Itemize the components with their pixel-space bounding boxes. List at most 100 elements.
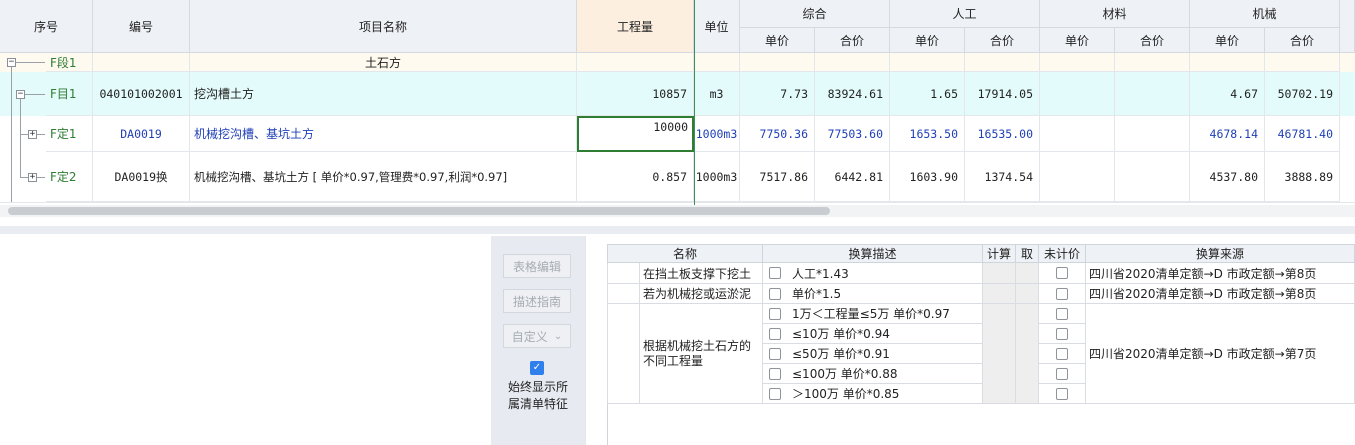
conv-row-source[interactable]: 四川省2020清单定额→D 市政定额→第8页 [1086, 284, 1355, 304]
row-cell[interactable] [1115, 116, 1190, 152]
conv-row-source[interactable]: 四川省2020清单定额→D 市政定额→第8页 [1086, 263, 1355, 284]
row-cell[interactable] [1040, 152, 1115, 202]
row-cell[interactable] [1115, 53, 1190, 72]
expand-toggle-icon[interactable]: + [28, 130, 37, 139]
row-cell[interactable]: 1374.54 [965, 152, 1040, 202]
conv-option-desc[interactable]: ≤50万 单价*0.91 [763, 344, 983, 364]
row-code[interactable]: 040101002001 [93, 72, 190, 116]
row-seq[interactable]: F段1 [46, 53, 93, 72]
conv-desc-checkbox[interactable] [769, 368, 781, 380]
conv-desc-checkbox[interactable] [769, 308, 781, 320]
row-quantity[interactable] [577, 53, 694, 72]
row-quantity[interactable]: 0.857 [577, 152, 694, 202]
conv-group-name[interactable]: 根据机械挖土石方的 不同工程量 [640, 304, 763, 404]
row-unit[interactable]: m3 [694, 72, 740, 116]
row-code[interactable] [93, 53, 190, 72]
row-cell[interactable] [1115, 72, 1190, 116]
row-name[interactable]: 挖沟槽土方 [190, 72, 577, 116]
conv-row-indicator[interactable] [607, 284, 640, 304]
conv-header-desc[interactable]: 换算描述 [763, 244, 983, 263]
conv-row-name[interactable]: 在挡土板支撑下挖土 [640, 263, 763, 284]
conv-unpriced-checkbox[interactable] [1056, 267, 1068, 279]
row-cell[interactable] [890, 53, 965, 72]
row-cell[interactable] [1040, 116, 1115, 152]
scrollbar-thumb[interactable] [8, 207, 830, 215]
conv-desc-checkbox[interactable] [769, 328, 781, 340]
row-code[interactable]: DA0019换 [93, 152, 190, 202]
conv-unpriced-checkbox[interactable] [1056, 348, 1068, 360]
conv-row-indicator[interactable] [607, 263, 640, 284]
row-unit[interactable] [694, 53, 740, 72]
conv-option-desc[interactable]: ≤100万 单价*0.88 [763, 364, 983, 384]
conv-option-desc[interactable]: 1万＜工程量≤5万 单价*0.97 [763, 304, 983, 324]
expand-toggle-icon[interactable]: + [28, 173, 37, 182]
row-cell[interactable]: 6442.81 [815, 152, 890, 202]
conv-unpriced-checkbox[interactable] [1056, 368, 1068, 380]
conv-desc-checkbox[interactable] [769, 288, 781, 300]
conv-unpriced-checkbox[interactable] [1056, 288, 1068, 300]
row-cell[interactable]: 4.67 [1190, 72, 1265, 116]
header-quantity[interactable]: 工程量 [577, 0, 694, 53]
header-material-total-price[interactable]: 合价 [1115, 28, 1190, 53]
conv-header-calc[interactable]: 计算 [983, 244, 1016, 263]
row-cell[interactable]: 4537.80 [1190, 152, 1265, 202]
row-cell[interactable]: 1653.50 [890, 116, 965, 152]
collapse-toggle-icon[interactable]: − [7, 58, 16, 67]
row-cell[interactable]: 50702.19 [1265, 72, 1340, 116]
row-code[interactable]: DA0019 [93, 116, 190, 152]
collapse-toggle-icon[interactable]: − [16, 90, 25, 99]
conv-header-name[interactable]: 名称 [607, 244, 763, 263]
conv-option-desc[interactable]: ≤10万 单价*0.94 [763, 324, 983, 344]
row-cell[interactable]: 17914.05 [965, 72, 1040, 116]
header-seq[interactable]: 序号 [0, 0, 93, 53]
header-unit[interactable]: 单位 [694, 0, 740, 53]
custom-dropdown[interactable]: 自定义 ⌄ [503, 324, 571, 348]
conv-header-source[interactable]: 换算来源 [1086, 244, 1355, 263]
row-cell[interactable]: 77503.60 [815, 116, 890, 152]
conv-row-name[interactable]: 若为机械挖或运淤泥 [640, 284, 763, 304]
conv-desc-checkbox[interactable] [769, 267, 781, 279]
conv-unpriced-checkbox[interactable] [1056, 308, 1068, 320]
conv-row-desc[interactable]: 单价*1.5 [763, 284, 983, 304]
conv-group-source[interactable]: 四川省2020清单定额→D 市政定额→第7页 [1086, 304, 1355, 404]
row-cell[interactable] [1040, 72, 1115, 116]
row-cell[interactable]: 46781.40 [1265, 116, 1340, 152]
header-machine-unit-price[interactable]: 单价 [1190, 28, 1265, 53]
row-cell[interactable] [1040, 53, 1115, 72]
row-cell[interactable]: 16535.00 [965, 116, 1040, 152]
row-unit[interactable]: 1000m3 [694, 116, 740, 152]
row-name[interactable]: 机械挖沟槽、基坑土方 [190, 116, 577, 152]
header-machine-total-price[interactable]: 合价 [1265, 28, 1340, 53]
always-show-checkbox[interactable]: ✓ [530, 361, 544, 375]
row-seq[interactable]: F定2 [46, 152, 93, 202]
conv-option-desc[interactable]: ＞100万 单价*0.85 [763, 384, 983, 404]
row-cell[interactable] [1190, 53, 1265, 72]
row-cell[interactable]: 3888.89 [1265, 152, 1340, 202]
panel-splitter[interactable] [0, 226, 1355, 234]
row-cell[interactable]: 83924.61 [815, 72, 890, 116]
row-cell[interactable]: 4678.14 [1190, 116, 1265, 152]
conv-row-desc[interactable]: 人工*1.43 [763, 263, 983, 284]
header-material-unit-price[interactable]: 单价 [1040, 28, 1115, 53]
row-cell[interactable] [740, 53, 815, 72]
quantity-edit-cell[interactable]: 10000 [577, 116, 694, 152]
row-cell[interactable]: 1603.90 [890, 152, 965, 202]
conv-unpriced-checkbox[interactable] [1056, 388, 1068, 400]
row-cell[interactable] [815, 53, 890, 72]
row-name[interactable]: 土石方 [190, 53, 577, 72]
row-cell[interactable]: 1.65 [890, 72, 965, 116]
header-labor-unit-price[interactable]: 单价 [890, 28, 965, 53]
conv-header-take[interactable]: 取 [1016, 244, 1039, 263]
conv-desc-checkbox[interactable] [769, 388, 781, 400]
row-cell[interactable]: 7750.36 [740, 116, 815, 152]
row-cell[interactable] [965, 53, 1040, 72]
header-code[interactable]: 编号 [93, 0, 190, 53]
header-name[interactable]: 项目名称 [190, 0, 577, 53]
row-cell[interactable]: 7517.86 [740, 152, 815, 202]
row-quantity[interactable]: 10857 [577, 72, 694, 116]
conv-header-unpriced[interactable]: 未计价 [1039, 244, 1086, 263]
row-name[interactable]: 机械挖沟槽、基坑土方 [ 单价*0.97,管理费*0.97,利润*0.97] [190, 152, 577, 202]
conv-unpriced-checkbox[interactable] [1056, 328, 1068, 340]
row-cell[interactable]: 7.73 [740, 72, 815, 116]
row-cell[interactable] [1265, 53, 1340, 72]
